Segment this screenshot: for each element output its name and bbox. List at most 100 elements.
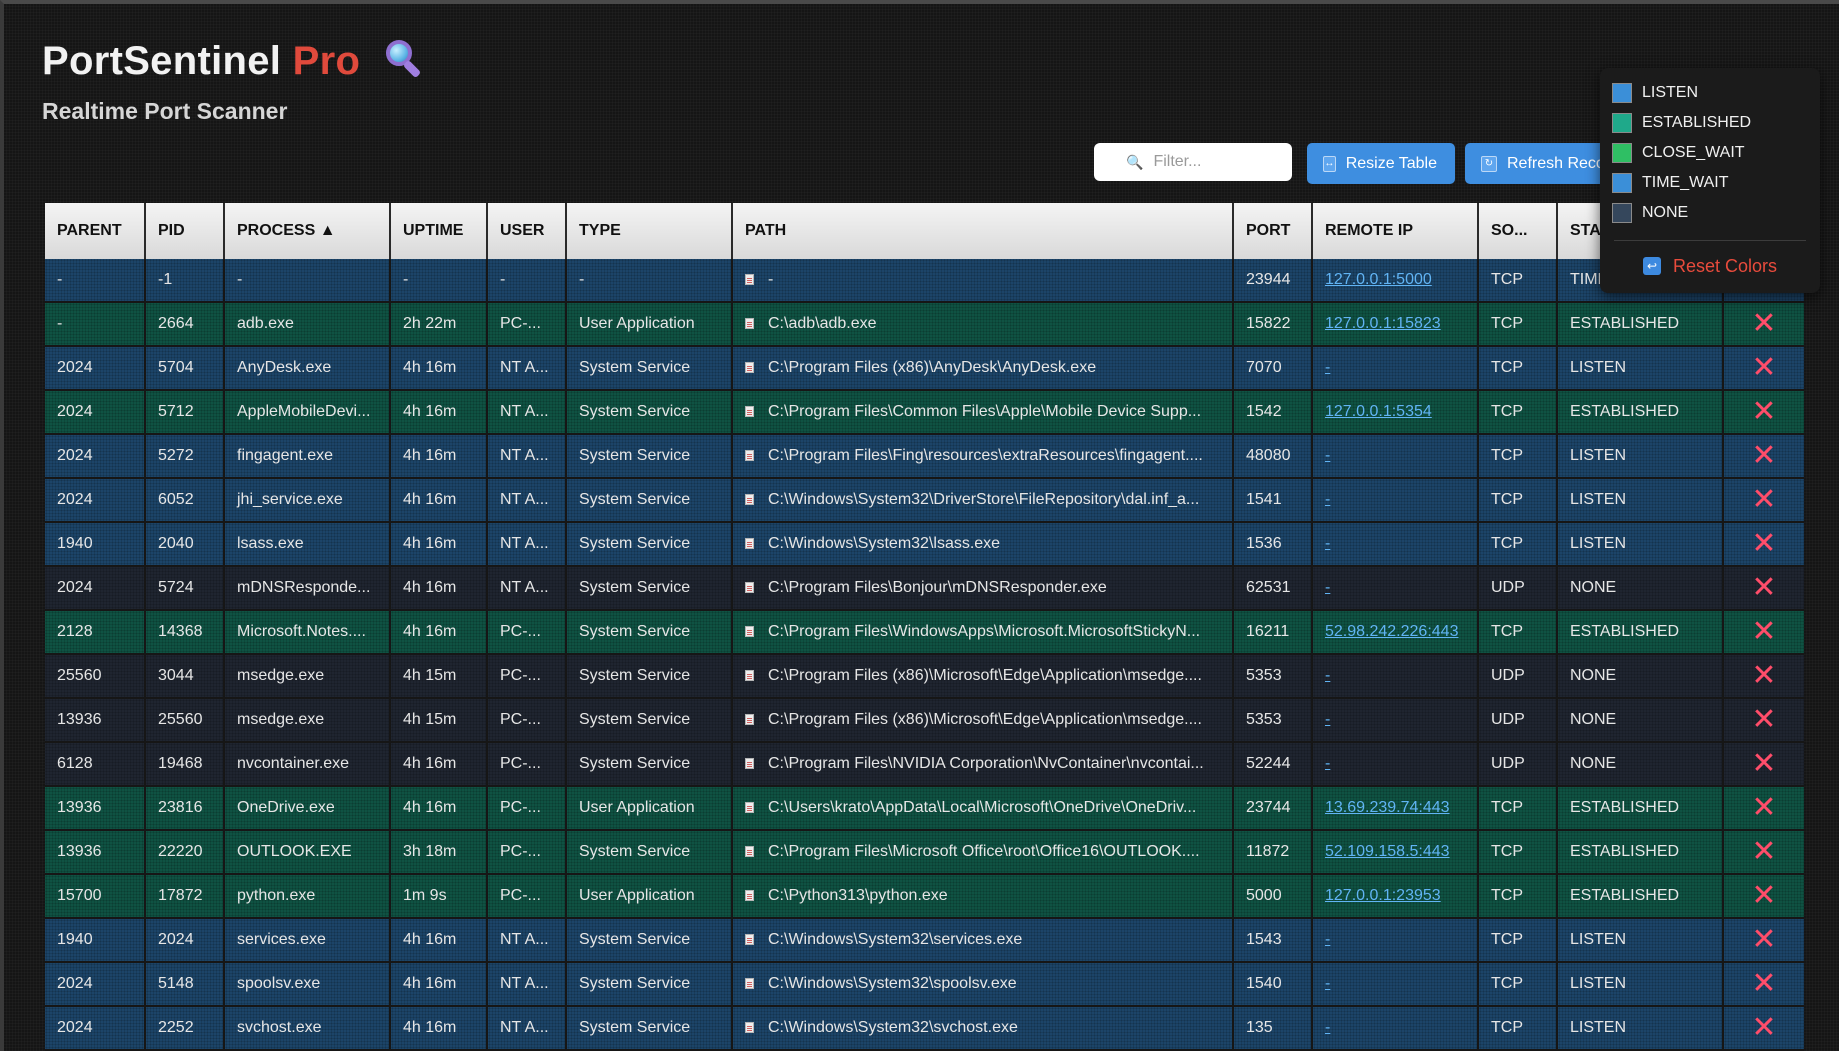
- cell-remote-ip: 127.0.0.1:5000: [1312, 259, 1479, 303]
- legend-items: LISTEN ESTABLISHED CLOSE_WAIT TIME_WAIT NONE: [1610, 78, 1810, 228]
- table-row[interactable]: 15700 17872 python.exe 1m 9s PC-... User Appl…: [45, 874, 1804, 919]
- cell-user: NT A...: [487, 390, 567, 435]
- table-row[interactable]: 2024 5704 AnyDesk.exe 4h 16m NT A... System S…: [45, 346, 1804, 391]
- cell-remote-ip: -: [1312, 962, 1479, 1007]
- reset-colors-button[interactable]: ↩ Reset Colors: [1610, 251, 1810, 281]
- cell-uptime: 4h 15m: [390, 654, 488, 699]
- kill-process-icon[interactable]: ✕: [1751, 659, 1776, 692]
- cell-parent: -: [45, 259, 146, 303]
- cell-path: C:\Program Files\WindowsApps\Microsoft.M…: [732, 610, 1234, 655]
- kill-process-icon[interactable]: ✕: [1751, 1011, 1776, 1044]
- kill-process-icon[interactable]: ✕: [1751, 879, 1776, 912]
- color-swatch[interactable]: [1612, 113, 1632, 133]
- table-row[interactable]: -2664 adb.exe 2h 22m PC-... User Application…: [45, 302, 1804, 347]
- cell-proto: TCP: [1478, 962, 1558, 1007]
- table-row[interactable]: 2024 6052 jhi_service.exe 4h 16m NT A... Syst…: [45, 478, 1804, 523]
- remote-ip-link[interactable]: -: [1325, 491, 1330, 508]
- filter-box[interactable]: 🔍: [1094, 143, 1292, 181]
- table-row[interactable]: 13936 22220 OUTLOOK.EXE 3h 18m PC-... System …: [45, 830, 1804, 875]
- remote-ip-link[interactable]: -: [1325, 667, 1330, 684]
- color-swatch[interactable]: [1612, 143, 1632, 163]
- table-row[interactable]: 13936 23816 OneDrive.exe 4h 16m PC-... User A…: [45, 786, 1804, 831]
- legend-item[interactable]: LISTEN: [1610, 78, 1810, 108]
- cell-state: LISTEN: [1557, 522, 1724, 567]
- resize-table-button[interactable]: ↔ Resize Table: [1307, 143, 1455, 184]
- remote-ip-link[interactable]: 127.0.0.1:23953: [1325, 887, 1441, 904]
- table-row[interactable]: 2024 2252 svchost.exe 4h 16m NT A... System S…: [45, 1006, 1804, 1051]
- remote-ip-link[interactable]: -: [1325, 535, 1330, 552]
- legend-item[interactable]: ESTABLISHED: [1610, 108, 1810, 138]
- table-row[interactable]: 25560 3044 msedge.exe 4h 15m PC-... System Se…: [45, 654, 1804, 699]
- path-text: C:\Users\krato\AppData\Local\Microsoft\O…: [768, 799, 1197, 816]
- color-swatch[interactable]: [1612, 173, 1632, 193]
- kill-process-icon[interactable]: ✕: [1751, 747, 1776, 780]
- remote-ip-link[interactable]: -: [1325, 447, 1330, 464]
- kill-process-icon[interactable]: ✕: [1751, 483, 1776, 516]
- remote-ip-link[interactable]: -: [1325, 931, 1330, 948]
- column-header[interactable]: REMOTE IP: [1312, 203, 1479, 259]
- column-header[interactable]: TYPE: [566, 203, 733, 259]
- column-header[interactable]: USER: [487, 203, 567, 259]
- kill-process-icon[interactable]: ✕: [1751, 307, 1776, 340]
- table-row[interactable]: 2024 5148 spoolsv.exe 4h 16m NT A... System S…: [45, 962, 1804, 1007]
- remote-ip-link[interactable]: 127.0.0.1:5000: [1325, 271, 1432, 288]
- remote-ip-link[interactable]: -: [1325, 359, 1330, 376]
- legend-item[interactable]: CLOSE_WAIT: [1610, 138, 1810, 168]
- column-header[interactable]: PROCESS ▲: [224, 203, 391, 259]
- cell-type: System Service: [566, 1006, 733, 1051]
- cell-user: PC-...: [487, 610, 567, 655]
- legend-item[interactable]: NONE: [1610, 198, 1810, 228]
- remote-ip-link[interactable]: -: [1325, 975, 1330, 992]
- kill-process-icon[interactable]: ✕: [1751, 703, 1776, 736]
- column-header[interactable]: SO...: [1478, 203, 1558, 259]
- table-row[interactable]: 2128 14368 Microsoft.Notes.... 4h 16m PC-...…: [45, 610, 1804, 655]
- column-header[interactable]: UPTIME: [390, 203, 488, 259]
- remote-ip-link[interactable]: -: [1325, 755, 1330, 772]
- table-row[interactable]: 2024 5712 AppleMobileDevi... 4h 16m NT A... S…: [45, 390, 1804, 435]
- remote-ip-link[interactable]: 13.69.239.74:443: [1325, 799, 1450, 816]
- remote-ip-link[interactable]: 52.98.242.226:443: [1325, 623, 1458, 640]
- table-row[interactable]: 6128 19468 nvcontainer.exe 4h 16m PC-... Syst…: [45, 742, 1804, 787]
- kill-process-icon[interactable]: ✕: [1751, 527, 1776, 560]
- kill-process-icon[interactable]: ✕: [1751, 439, 1776, 472]
- table-row[interactable]: 2024 5724 mDNSResponde... 4h 16m NT A... Syst…: [45, 566, 1804, 611]
- kill-process-icon[interactable]: ✕: [1751, 351, 1776, 384]
- remote-ip-link[interactable]: -: [1325, 579, 1330, 596]
- remote-ip-link[interactable]: -: [1325, 711, 1330, 728]
- column-header[interactable]: PID: [145, 203, 225, 259]
- remote-ip-link[interactable]: 127.0.0.1:5354: [1325, 403, 1432, 420]
- cell-remote-ip: 13.69.239.74:443: [1312, 786, 1479, 831]
- table-row[interactable]: 1940 2024 services.exe 4h 16m NT A... System …: [45, 918, 1804, 963]
- kill-process-icon[interactable]: ✕: [1751, 967, 1776, 1000]
- kill-process-icon[interactable]: ✕: [1751, 923, 1776, 956]
- color-swatch[interactable]: [1612, 83, 1632, 103]
- table-row[interactable]: 1940 2040 lsass.exe 4h 16m NT A... System Ser…: [45, 522, 1804, 567]
- column-header[interactable]: PATH: [732, 203, 1234, 259]
- cell-remote-ip: -: [1312, 434, 1479, 479]
- remote-ip-link[interactable]: 52.109.158.5:443: [1325, 843, 1450, 860]
- remote-ip-link[interactable]: -: [1325, 1019, 1330, 1036]
- column-header[interactable]: PARENT: [45, 203, 146, 259]
- table-row[interactable]: 13936 25560 msedge.exe 4h 15m PC-... System S…: [45, 698, 1804, 743]
- cell-port: 48080: [1233, 434, 1313, 479]
- kill-process-icon[interactable]: ✕: [1751, 615, 1776, 648]
- cell-user: PC-...: [487, 786, 567, 831]
- cell-state: LISTEN: [1557, 918, 1724, 963]
- kill-process-icon[interactable]: ✕: [1751, 571, 1776, 604]
- table-row[interactable]: 2024 5272 fingagent.exe 4h 16m NT A... System…: [45, 434, 1804, 479]
- kill-process-icon[interactable]: ✕: [1751, 791, 1776, 824]
- cell-user: PC-...: [487, 742, 567, 787]
- kill-cell: ✕: [1723, 830, 1804, 875]
- kill-cell: ✕: [1723, 478, 1804, 523]
- kill-process-icon[interactable]: ✕: [1751, 835, 1776, 868]
- cell-parent: 2024: [45, 346, 146, 391]
- kill-process-icon[interactable]: ✕: [1751, 395, 1776, 428]
- path-text: C:\Program Files (x86)\Microsoft\Edge\Ap…: [768, 667, 1202, 684]
- filter-input[interactable]: [1151, 152, 1286, 172]
- column-header[interactable]: PORT: [1233, 203, 1313, 259]
- color-swatch[interactable]: [1612, 203, 1632, 223]
- remote-ip-link[interactable]: 127.0.0.1:15823: [1325, 315, 1441, 332]
- table-row[interactable]: --1-----23944127.0.0.1:5000TCPTIME_WAIT✕: [45, 259, 1804, 303]
- cell-proto: TCP: [1478, 434, 1558, 479]
- legend-item[interactable]: TIME_WAIT: [1610, 168, 1810, 198]
